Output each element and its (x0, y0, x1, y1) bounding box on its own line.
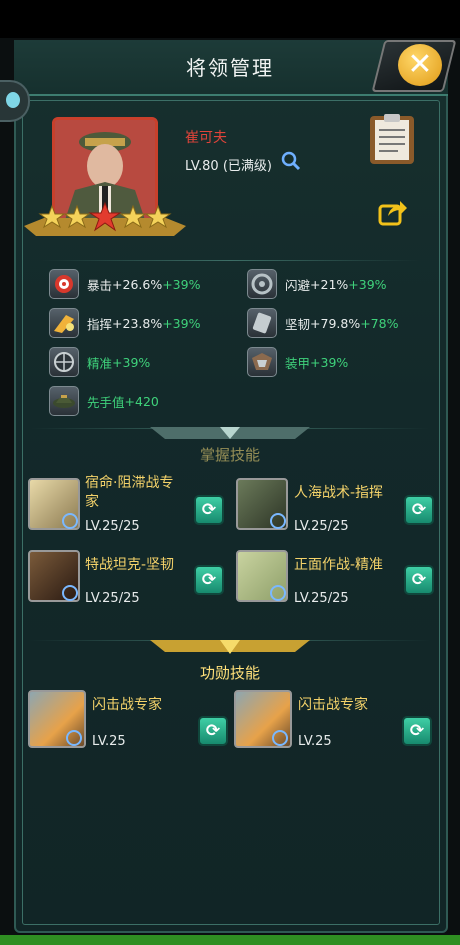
stat-label: 闪避 (285, 277, 311, 293)
skill-card[interactable]: 闪击战专家 LV.25 ⟳ (234, 690, 434, 750)
stat-label: 精准 (87, 355, 113, 371)
search-icon[interactable] (62, 585, 78, 601)
skill-name: 正面作战-精准 (294, 557, 384, 573)
close-icon[interactable]: ✕ (407, 47, 432, 82)
search-icon[interactable] (62, 513, 78, 529)
skill-name: 特战坦克-坚韧 (85, 557, 175, 573)
general-level: LV.80 (已满级) (185, 159, 272, 174)
stat-label: 暴击 (87, 277, 113, 293)
stat-bonus: +39% (162, 276, 201, 292)
section-banner (150, 640, 310, 654)
top-status-bar (0, 0, 460, 38)
skill-card[interactable]: 人海战术-指挥 LV.25/25 ⟳ (236, 478, 434, 538)
stat-label: 装甲 (285, 355, 311, 371)
skill-level: LV.25 (298, 734, 332, 749)
stat-initiative: 先手值 +420 (49, 386, 159, 416)
share-icon[interactable] (378, 198, 408, 226)
skill-card[interactable]: 正面作战-精准 LV.25/25 ⟳ (236, 550, 434, 606)
stat-value: +26.6% (112, 276, 163, 292)
search-icon[interactable] (272, 730, 288, 746)
stat-bonus: +39% (162, 315, 201, 331)
skill-card[interactable]: 宿命·阻滞战专家 LV.25/25 ⟳ (28, 475, 228, 538)
skill-level: LV.25/25 (85, 591, 140, 606)
stat-bonus: +39% (112, 354, 151, 370)
stat-dodge: 闪避 +21% +39% (247, 269, 387, 299)
stat-precision: 精准 +39% (49, 347, 150, 377)
stat-toughness: 坚韧 +79.8% +78% (247, 308, 398, 338)
divider (40, 260, 420, 261)
skill-level: LV.25/25 (294, 519, 349, 534)
stat-label: 坚韧 (285, 316, 311, 332)
skill-name: 宿命·阻滞战专家 (85, 475, 174, 510)
stat-bonus: +78% (360, 315, 399, 331)
skill-level: LV.25/25 (85, 519, 140, 534)
section-title-command: 掌握技能 (199, 446, 260, 464)
swap-skill-button[interactable]: ⟳ (194, 565, 224, 595)
search-icon[interactable] (270, 585, 286, 601)
skill-card[interactable]: 闪击战专家 LV.25 ⟳ (28, 690, 230, 750)
stat-bonus: +420 (124, 393, 159, 409)
bottom-bar (0, 935, 460, 945)
stat-value: +79.8% (310, 315, 361, 331)
helmet-icon (49, 386, 79, 416)
clipboard-icon[interactable] (368, 112, 416, 166)
swap-skill-button[interactable]: ⟳ (194, 495, 224, 525)
crosshair-icon (49, 347, 79, 377)
stat-value: +23.8% (112, 315, 163, 331)
swap-skill-button[interactable]: ⟳ (404, 495, 434, 525)
stat-label: 指挥 (87, 316, 113, 332)
stat-armor: 装甲 +39% (247, 347, 348, 377)
search-icon[interactable] (270, 513, 286, 529)
skill-name: 人海战术-指挥 (294, 485, 384, 501)
search-icon[interactable] (66, 730, 82, 746)
armor-icon (247, 347, 277, 377)
skill-level: LV.25 (92, 734, 126, 749)
stat-crit: 暴击 +26.6% +39% (49, 269, 200, 299)
skill-name: 闪击战专家 (298, 697, 368, 713)
swap-skill-button[interactable]: ⟳ (402, 716, 432, 746)
crit-target-icon (49, 269, 79, 299)
swap-skill-button[interactable]: ⟳ (404, 565, 434, 595)
stat-bonus: +39% (310, 354, 349, 370)
dodge-icon (247, 269, 277, 299)
toughness-icon (247, 308, 277, 338)
command-icon (49, 308, 79, 338)
swap-skill-button[interactable]: ⟳ (198, 716, 228, 746)
skill-name: 闪击战专家 (92, 697, 162, 713)
stat-value: +21% (310, 276, 349, 292)
skill-card[interactable]: 特战坦克-坚韧 LV.25/25 ⟳ (28, 550, 228, 606)
skill-level: LV.25/25 (294, 591, 349, 606)
stat-label: 先手值 (87, 394, 125, 410)
stat-command: 指挥 +23.8% +39% (49, 308, 200, 338)
star-rating (24, 201, 186, 236)
section-title-merit: 功勋技能 (199, 664, 260, 682)
stat-bonus: +39% (348, 276, 387, 292)
close-button[interactable]: ✕ (398, 44, 442, 86)
chat-icon (6, 92, 20, 108)
search-icon[interactable] (281, 151, 301, 171)
general-name: 崔可夫 (185, 130, 227, 146)
